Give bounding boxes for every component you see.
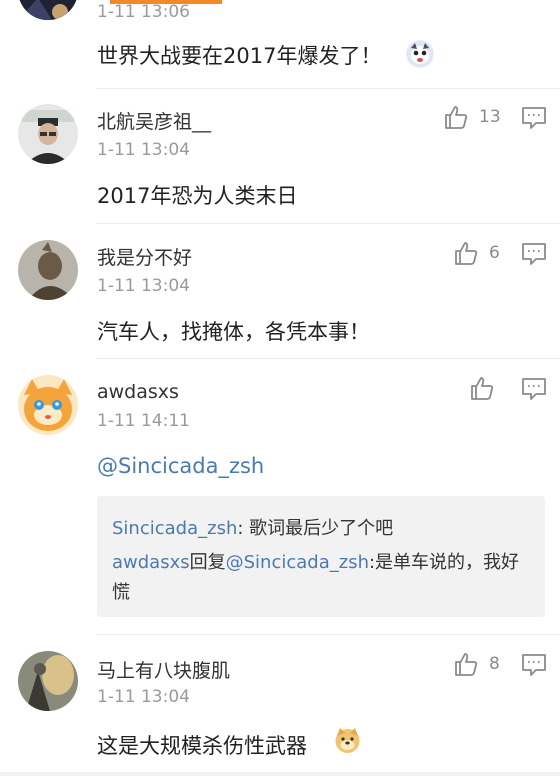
thumbs-up-icon[interactable]: [453, 240, 479, 266]
comment-text: 汽车人，找掩体，各凭本事！: [97, 320, 370, 344]
divider: [96, 358, 560, 359]
quote-text: : 歌词最后少了个吧: [237, 518, 394, 539]
user-name[interactable]: 北航吴彦祖__: [97, 107, 211, 134]
user-name[interactable]: 我是分不好: [97, 243, 192, 270]
comment-text: 2017年恐为人类末日: [97, 184, 298, 208]
divider: [96, 634, 560, 635]
quote-line: awdasxs回复@Sincicada_zsh:是单车说的，我好慌: [112, 548, 532, 608]
sticker-face-emoji: [406, 40, 434, 68]
like-count: 13: [479, 107, 501, 127]
reply-icon[interactable]: [521, 377, 547, 401]
thumbs-up-icon[interactable]: [469, 375, 495, 401]
like-count: 8: [489, 654, 500, 674]
top-bar: [0, 0, 560, 10]
comment-time: 1-11 13:04: [97, 140, 190, 160]
quote-mention-link[interactable]: @Sincicada_zsh: [226, 552, 369, 573]
reply-icon[interactable]: [521, 242, 547, 266]
avatar[interactable]: [18, 375, 78, 435]
quote-line: Sincicada_zsh: 歌词最后少了个吧: [112, 514, 393, 540]
user-name[interactable]: awdasxs: [97, 381, 179, 403]
reply-icon[interactable]: [521, 106, 547, 130]
avatar[interactable]: [18, 651, 78, 711]
doge-emoji: [334, 727, 361, 754]
comment-time: 1-11 13:04: [97, 687, 190, 707]
avatar[interactable]: [18, 104, 78, 164]
comment-text: 这是大规模杀伤性武器: [97, 734, 307, 758]
divider: [96, 88, 560, 89]
user-name[interactable]: 马上有八块腹肌: [97, 656, 230, 683]
like-count: 6: [489, 243, 500, 263]
thumbs-up-icon[interactable]: [453, 651, 479, 677]
comment-time: 1-11 14:11: [97, 411, 190, 431]
thumbs-up-icon[interactable]: [443, 104, 469, 130]
comment-time: 1-11 13:06: [97, 2, 190, 22]
avatar[interactable]: [18, 0, 78, 20]
quote-user-link[interactable]: Sincicada_zsh: [112, 518, 237, 539]
mention-link[interactable]: @Sincicada_zsh: [97, 454, 264, 478]
reply-icon[interactable]: [521, 653, 547, 677]
divider: [96, 223, 560, 224]
avatar[interactable]: [18, 240, 78, 300]
reply-quote-box: Sincicada_zsh: 歌词最后少了个吧 awdasxs回复@Sincic…: [97, 496, 545, 617]
quote-user-link[interactable]: awdasxs: [112, 552, 190, 573]
comment-time: 1-11 13:04: [97, 276, 190, 296]
bottom-divider: [0, 772, 560, 776]
comment-text: 世界大战要在2017年爆发了！: [97, 44, 382, 68]
quote-reply-word: 回复: [189, 552, 226, 573]
